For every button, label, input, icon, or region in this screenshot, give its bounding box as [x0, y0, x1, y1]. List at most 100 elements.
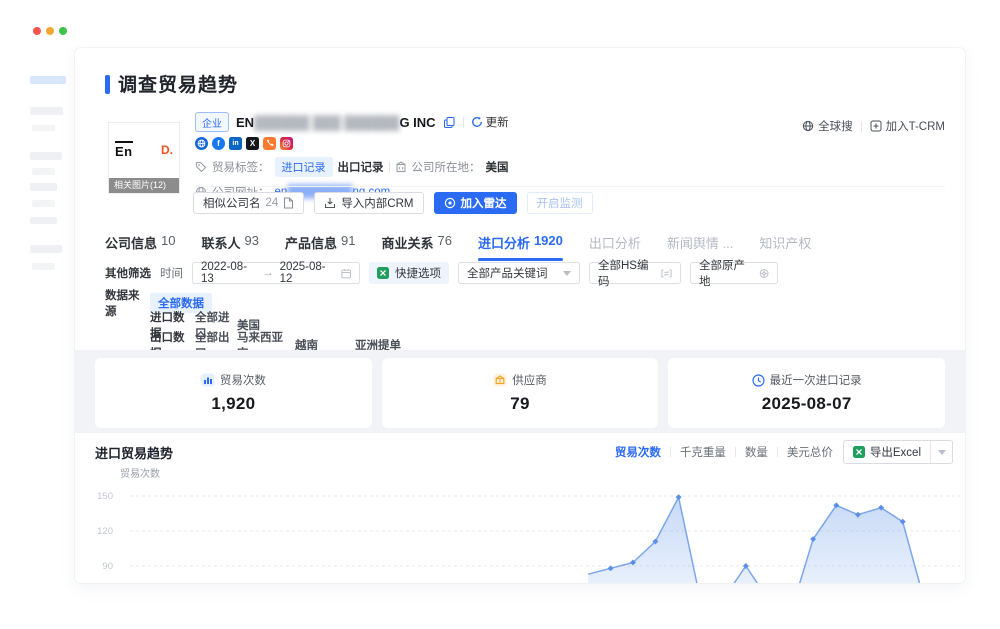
origin-select[interactable]: 全部原产地	[690, 262, 778, 284]
website-icon[interactable]	[195, 137, 208, 150]
time-label: 时间	[160, 265, 183, 281]
suppliers-value: 79	[510, 394, 530, 414]
instagram-icon[interactable]	[280, 137, 293, 150]
radar-icon	[444, 197, 456, 209]
sidebar-skeleton-item	[32, 263, 55, 270]
divider	[777, 447, 778, 457]
clock-icon	[752, 374, 765, 387]
join-radar-button[interactable]: 加入雷达	[434, 192, 517, 214]
refresh-button[interactable]: 更新	[471, 114, 509, 130]
sidebar-skeleton-item	[30, 152, 62, 160]
divider	[195, 186, 945, 187]
divider	[670, 447, 671, 457]
start-monitoring-button[interactable]: 开启监测	[527, 192, 593, 214]
app-window: 调查贸易趋势 全球搜 加入T-CRM En D. 相关图片(12) 企业	[0, 0, 1000, 629]
window-close-button[interactable]	[33, 27, 41, 35]
import-records-tag[interactable]: 进口记录	[275, 157, 333, 177]
join-tcrm-button[interactable]: 加入T-CRM	[870, 118, 945, 134]
logo-text: En	[115, 141, 133, 159]
export-options-dropdown[interactable]	[930, 441, 952, 463]
svg-text:120: 120	[97, 526, 113, 537]
refresh-icon	[471, 116, 483, 128]
globe-icon	[802, 120, 814, 132]
divider	[463, 117, 464, 128]
stat-card-last-import: 最近一次进口记录 2025-08-07	[668, 358, 945, 428]
logo-badge: D.	[161, 143, 173, 157]
global-search-button[interactable]: 全球搜	[802, 118, 853, 134]
sidebar-skeleton-item	[32, 125, 55, 131]
x-twitter-icon[interactable]: X	[246, 137, 259, 150]
date-range-arrow: →	[262, 267, 274, 279]
hs-code-select[interactable]: 全部HS编码	[589, 262, 681, 284]
svg-text:贸易次数: 贸易次数	[120, 467, 160, 480]
related-images-overlay[interactable]: 相关图片(12)	[109, 178, 179, 193]
metric-switcher: 贸易次数 千克重量 数量 美元总价	[615, 444, 833, 460]
tab-business-relations[interactable]: 商业关系76	[381, 233, 451, 261]
quick-options-button[interactable]: 快捷选项	[369, 262, 449, 284]
main-panel: 调查贸易趋势 全球搜 加入T-CRM En D. 相关图片(12) 企业	[75, 48, 965, 583]
tab-import-analysis[interactable]: 进口分析1920	[478, 233, 563, 261]
enterprise-tag: 企业	[195, 112, 229, 132]
metric-trade-count[interactable]: 贸易次数	[615, 444, 661, 460]
sidebar-skeleton-item	[30, 183, 57, 191]
page-title: 调查贸易趋势	[118, 70, 238, 97]
tcrm-icon	[870, 120, 882, 132]
date-range-input[interactable]: 2022-08-13 → 2025-08-12	[192, 262, 360, 284]
sidebar-skeleton-item	[30, 245, 62, 253]
last-import-date-value: 2025-08-07	[762, 394, 852, 414]
redacted-name: ██████ ███ ██████	[254, 115, 399, 130]
company-logo: En D. 相关图片(12)	[108, 122, 180, 194]
tab-contacts[interactable]: 联系人93	[201, 233, 258, 261]
stats-band: 贸易次数 1,920 供应商 79 最近一次进口记录 20	[75, 350, 965, 433]
product-keyword-select[interactable]: 全部产品关键词	[458, 262, 580, 284]
svg-text:150: 150	[97, 491, 113, 502]
similar-count: 24	[266, 197, 279, 209]
excel-icon	[377, 267, 389, 279]
trade-tag-label: 贸易标签：	[212, 159, 270, 175]
sidebar-skeleton-item	[30, 76, 66, 84]
linkedin-icon[interactable]: in	[229, 137, 242, 150]
other-filters-label: 其他筛选	[105, 265, 151, 281]
import-trend-chart: 150 120 90 贸易次数	[75, 465, 965, 583]
trade-count-value: 1,920	[211, 394, 255, 414]
divider	[735, 447, 736, 457]
location-value: 美国	[486, 159, 509, 175]
window-minimize-button[interactable]	[46, 27, 54, 35]
copy-icon[interactable]	[443, 116, 456, 129]
brackets-icon	[661, 269, 672, 278]
tab-company-info[interactable]: 公司信息10	[105, 233, 175, 261]
facebook-icon[interactable]: f	[212, 137, 225, 150]
chevron-down-icon	[938, 450, 946, 455]
export-records-tag[interactable]: 出口记录	[338, 159, 384, 175]
company-name: EN██████ ███ ██████G INC	[236, 115, 436, 130]
metric-quantity[interactable]: 数量	[745, 444, 768, 460]
window-zoom-button[interactable]	[59, 27, 67, 35]
import-icon	[324, 197, 336, 209]
svg-text:90: 90	[102, 561, 113, 572]
similar-companies-button[interactable]: 相似公司名 24	[193, 192, 304, 214]
stat-card-trade-count: 贸易次数 1,920	[95, 358, 372, 428]
title-accent-bar	[105, 75, 110, 94]
sidebar-skeleton-item	[32, 168, 55, 175]
supplier-icon	[493, 373, 507, 387]
calendar-icon	[341, 268, 351, 279]
sidebar-skeleton-item	[30, 107, 63, 115]
export-excel-split-button: 导出Excel	[843, 440, 953, 464]
location-label: 公司所在地：	[412, 159, 481, 175]
stat-card-suppliers: 供应商 79	[382, 358, 659, 428]
tag-icon	[195, 161, 207, 173]
chevron-down-icon	[563, 271, 571, 276]
metric-weight-kg[interactable]: 千克重量	[680, 444, 726, 460]
tab-products[interactable]: 产品信息91	[285, 233, 355, 261]
divider	[389, 162, 390, 173]
phone-icon[interactable]	[263, 137, 276, 150]
tab-intellectual-property[interactable]: 知识产权	[759, 233, 811, 261]
sidebar-skeleton-item	[32, 200, 55, 207]
open-page-icon	[283, 197, 294, 209]
import-crm-button[interactable]: 导入内部CRM	[314, 192, 423, 214]
metric-usd-total[interactable]: 美元总价	[787, 444, 833, 460]
export-excel-button[interactable]: 导出Excel	[844, 441, 930, 463]
ship-icon	[759, 268, 769, 279]
bar-chart-icon	[201, 373, 215, 387]
sidebar-skeleton-item	[30, 217, 57, 224]
